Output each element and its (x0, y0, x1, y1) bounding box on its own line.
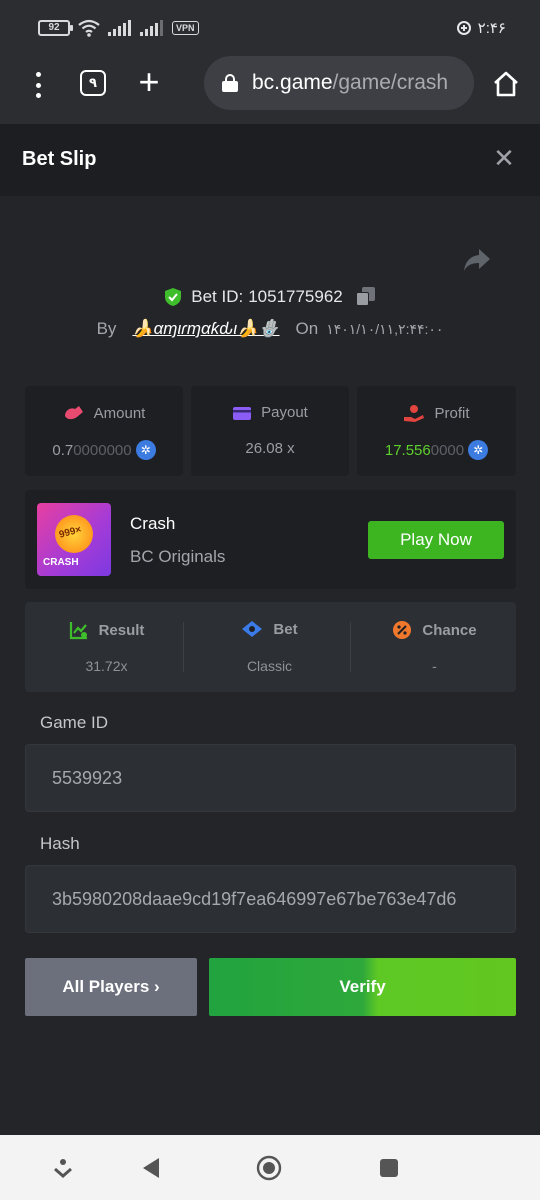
by-label: By (96, 319, 117, 338)
bet-column: Bet Classic (188, 602, 351, 692)
payout-value: 26.08 x (245, 440, 295, 457)
coin-icon (135, 440, 156, 460)
profit-value: 17.5560000 (357, 440, 516, 460)
game-card: 999× CRASH Crash BC Originals Play Now (25, 490, 516, 589)
shield-check-icon (165, 288, 182, 306)
chance-column: Chance - (353, 602, 516, 692)
game-name: Crash (130, 514, 176, 533)
signal-icon-2 (140, 20, 163, 36)
data-saver-icon (456, 21, 471, 35)
percent-icon (393, 621, 412, 639)
home-icon[interactable] (492, 70, 520, 98)
vpn-badge: VPN (172, 21, 199, 35)
wallet-icon (233, 406, 252, 420)
profit-card: Profit 17.5560000 (357, 386, 516, 476)
on-label: On (295, 319, 319, 338)
game-provider: BC Originals (130, 547, 226, 566)
hash-label: Hash (40, 834, 80, 853)
home-nav-icon[interactable] (256, 1155, 282, 1181)
menu-icon[interactable] (30, 72, 46, 98)
verify-button[interactable]: Verify (209, 958, 516, 1016)
back-icon[interactable] (139, 1155, 165, 1181)
game-thumbnail[interactable]: 999× CRASH (37, 503, 111, 576)
close-icon[interactable]: ✕ (492, 145, 516, 171)
signal-icon (108, 20, 131, 36)
system-nav-bar (0, 1135, 540, 1200)
new-tab-icon[interactable]: + (134, 64, 164, 100)
battery-icon: 92 (38, 20, 73, 36)
chart-check-icon (69, 622, 87, 640)
result-card: Result 31.72x Bet Classic Chance - (25, 602, 516, 692)
bet-id-value: 1051775962 (248, 287, 343, 306)
url-bar[interactable]: bc.game/game/crash (204, 56, 474, 110)
url-text: bc.game/game/crash (252, 71, 449, 94)
copy-icon[interactable] (355, 287, 376, 307)
bet-id-row: Bet ID: 1051775962 (0, 284, 540, 310)
clock: ۲:۴۶ (477, 20, 506, 37)
wifi-icon (78, 19, 100, 37)
recents-icon[interactable] (376, 1155, 402, 1181)
bet-slip-header: Bet Slip (0, 124, 540, 196)
username-link[interactable]: 🍌αɱιɾɱαƙԃι🍌🪬 (132, 319, 279, 339)
keyboard-hide-icon[interactable] (50, 1155, 76, 1181)
amount-icon (64, 406, 83, 420)
author-row: By 🍌αɱιɾɱαƙԃι🍌🪬 On ۱۴۰۱/۱۰/۱۱,۲:۴۴:۰۰ (0, 316, 540, 342)
bet-date: ۱۴۰۱/۱۰/۱۱,۲:۴۴:۰۰ (326, 320, 444, 337)
payout-card: Payout 26.08 x (191, 386, 349, 476)
tab-switcher-button[interactable]: ۹ (80, 70, 106, 96)
play-now-button[interactable]: Play Now (368, 521, 504, 559)
profit-icon (404, 405, 425, 422)
coin-icon (468, 440, 489, 460)
hash-field[interactable]: 3b5980208daae9cd19f7ea646997e67be763e47d… (25, 865, 516, 933)
status-bar: 92 VPN ۲:۴۶ (0, 0, 540, 58)
bet-id-label: Bet ID: (191, 287, 244, 306)
all-players-button[interactable]: All Players › (25, 958, 197, 1016)
page-title: Bet Slip (22, 148, 97, 170)
browser-toolbar: ۹ + bc.game/game/crash (0, 56, 540, 124)
amount-value: 0.70000000 (25, 440, 183, 460)
result-column: Result 31.72x (25, 602, 188, 692)
game-id-field[interactable]: 5539923 (25, 744, 516, 812)
amount-card: Amount 0.70000000 (25, 386, 183, 476)
game-id-label: Game ID (40, 713, 109, 732)
lock-icon (222, 74, 238, 92)
ticket-icon (242, 621, 263, 637)
share-icon[interactable] (462, 246, 492, 274)
